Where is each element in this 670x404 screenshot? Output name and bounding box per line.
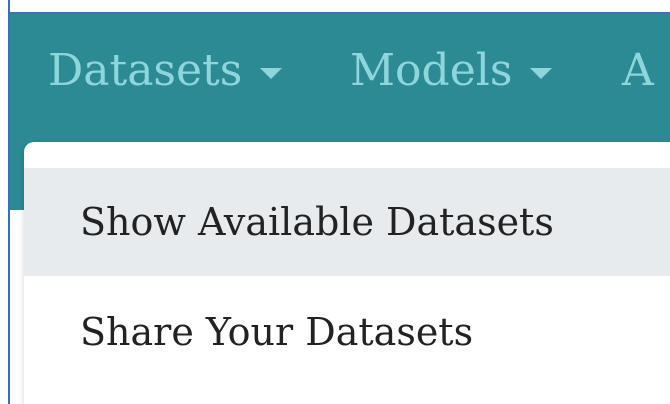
menu-item-share-your-datasets[interactable]: Share Your Datasets	[24, 278, 670, 386]
menu-item-label: Share Your Datasets	[80, 310, 474, 354]
nav-truncated-label: A	[622, 44, 654, 96]
app-frame: Datasets Models A Show Available Dataset…	[0, 0, 670, 404]
nav-models-label: Models	[350, 44, 513, 96]
nav-truncated-menu[interactable]: A	[622, 40, 654, 100]
nav-datasets-menu[interactable]: Datasets	[48, 40, 283, 100]
caret-down-icon	[260, 67, 283, 79]
nav-models-menu[interactable]: Models	[350, 40, 553, 100]
left-edge-border	[0, 0, 10, 404]
nav-datasets-label: Datasets	[48, 44, 243, 96]
menu-item-show-available-datasets[interactable]: Show Available Datasets	[24, 168, 670, 276]
datasets-dropdown-menu: Show Available Datasets Share Your Datas…	[24, 142, 670, 404]
menu-item-label: Show Available Datasets	[80, 200, 554, 244]
caret-down-icon	[530, 67, 553, 79]
